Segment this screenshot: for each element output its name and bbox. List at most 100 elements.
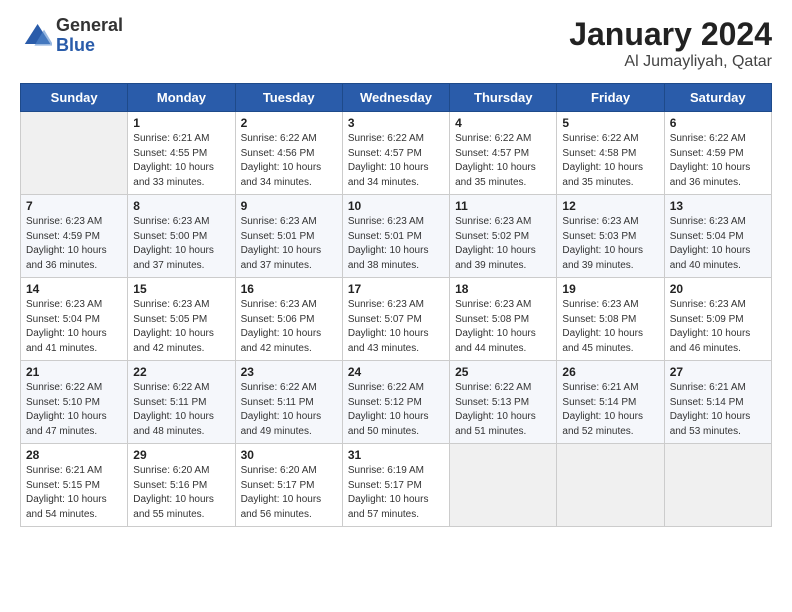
day-number: 16 <box>241 282 337 296</box>
day-number: 25 <box>455 365 551 379</box>
day-number: 14 <box>26 282 122 296</box>
day-info: Sunrise: 6:20 AMSunset: 5:17 PMDaylight:… <box>241 465 322 520</box>
day-number: 2 <box>241 116 337 130</box>
calendar-day: 28 Sunrise: 6:21 AMSunset: 5:15 PMDaylig… <box>21 444 128 527</box>
day-info: Sunrise: 6:23 AMSunset: 5:09 PMDaylight:… <box>670 299 751 354</box>
day-number: 26 <box>562 365 658 379</box>
calendar-day <box>557 444 664 527</box>
calendar-day: 30 Sunrise: 6:20 AMSunset: 5:17 PMDaylig… <box>235 444 342 527</box>
col-sunday: Sunday <box>21 84 128 112</box>
calendar-day: 27 Sunrise: 6:21 AMSunset: 5:14 PMDaylig… <box>664 361 771 444</box>
calendar-day: 23 Sunrise: 6:22 AMSunset: 5:11 PMDaylig… <box>235 361 342 444</box>
logo: General Blue <box>20 16 123 56</box>
day-info: Sunrise: 6:21 AMSunset: 5:15 PMDaylight:… <box>26 465 107 520</box>
page: General Blue January 2024 Al Jumayliyah,… <box>0 0 792 537</box>
day-info: Sunrise: 6:19 AMSunset: 5:17 PMDaylight:… <box>348 465 429 520</box>
calendar-day: 3 Sunrise: 6:22 AMSunset: 4:57 PMDayligh… <box>342 112 449 195</box>
calendar-day: 8 Sunrise: 6:23 AMSunset: 5:00 PMDayligh… <box>128 195 235 278</box>
day-number: 21 <box>26 365 122 379</box>
day-number: 13 <box>670 199 766 213</box>
day-number: 18 <box>455 282 551 296</box>
calendar-day: 9 Sunrise: 6:23 AMSunset: 5:01 PMDayligh… <box>235 195 342 278</box>
day-info: Sunrise: 6:22 AMSunset: 4:57 PMDaylight:… <box>348 133 429 188</box>
day-info: Sunrise: 6:22 AMSunset: 5:10 PMDaylight:… <box>26 382 107 437</box>
day-info: Sunrise: 6:23 AMSunset: 5:03 PMDaylight:… <box>562 216 643 271</box>
col-friday: Friday <box>557 84 664 112</box>
day-number: 30 <box>241 448 337 462</box>
title-block: January 2024 Al Jumayliyah, Qatar <box>569 16 772 71</box>
day-number: 10 <box>348 199 444 213</box>
calendar-day: 14 Sunrise: 6:23 AMSunset: 5:04 PMDaylig… <box>21 278 128 361</box>
logo-general: General <box>56 15 123 35</box>
calendar-week-2: 7 Sunrise: 6:23 AMSunset: 4:59 PMDayligh… <box>21 195 772 278</box>
col-monday: Monday <box>128 84 235 112</box>
calendar-day: 16 Sunrise: 6:23 AMSunset: 5:06 PMDaylig… <box>235 278 342 361</box>
calendar-day <box>450 444 557 527</box>
calendar-day: 17 Sunrise: 6:23 AMSunset: 5:07 PMDaylig… <box>342 278 449 361</box>
day-number: 7 <box>26 199 122 213</box>
calendar-day: 6 Sunrise: 6:22 AMSunset: 4:59 PMDayligh… <box>664 112 771 195</box>
day-number: 23 <box>241 365 337 379</box>
calendar-day <box>21 112 128 195</box>
day-number: 3 <box>348 116 444 130</box>
calendar-day: 31 Sunrise: 6:19 AMSunset: 5:17 PMDaylig… <box>342 444 449 527</box>
day-number: 17 <box>348 282 444 296</box>
day-number: 1 <box>133 116 229 130</box>
day-info: Sunrise: 6:23 AMSunset: 5:04 PMDaylight:… <box>26 299 107 354</box>
calendar-day: 22 Sunrise: 6:22 AMSunset: 5:11 PMDaylig… <box>128 361 235 444</box>
col-thursday: Thursday <box>450 84 557 112</box>
day-number: 12 <box>562 199 658 213</box>
header-row: Sunday Monday Tuesday Wednesday Thursday… <box>21 84 772 112</box>
calendar-day: 18 Sunrise: 6:23 AMSunset: 5:08 PMDaylig… <box>450 278 557 361</box>
calendar-week-5: 28 Sunrise: 6:21 AMSunset: 5:15 PMDaylig… <box>21 444 772 527</box>
day-info: Sunrise: 6:23 AMSunset: 5:05 PMDaylight:… <box>133 299 214 354</box>
col-tuesday: Tuesday <box>235 84 342 112</box>
day-info: Sunrise: 6:22 AMSunset: 5:13 PMDaylight:… <box>455 382 536 437</box>
day-number: 22 <box>133 365 229 379</box>
day-info: Sunrise: 6:23 AMSunset: 5:04 PMDaylight:… <box>670 216 751 271</box>
day-number: 5 <box>562 116 658 130</box>
calendar-day: 26 Sunrise: 6:21 AMSunset: 5:14 PMDaylig… <box>557 361 664 444</box>
day-info: Sunrise: 6:23 AMSunset: 5:06 PMDaylight:… <box>241 299 322 354</box>
calendar-day: 20 Sunrise: 6:23 AMSunset: 5:09 PMDaylig… <box>664 278 771 361</box>
calendar-day: 21 Sunrise: 6:22 AMSunset: 5:10 PMDaylig… <box>21 361 128 444</box>
day-info: Sunrise: 6:23 AMSunset: 5:01 PMDaylight:… <box>241 216 322 271</box>
calendar-day: 10 Sunrise: 6:23 AMSunset: 5:01 PMDaylig… <box>342 195 449 278</box>
calendar-day: 25 Sunrise: 6:22 AMSunset: 5:13 PMDaylig… <box>450 361 557 444</box>
day-info: Sunrise: 6:22 AMSunset: 4:58 PMDaylight:… <box>562 133 643 188</box>
calendar-subtitle: Al Jumayliyah, Qatar <box>569 53 772 71</box>
calendar-day: 7 Sunrise: 6:23 AMSunset: 4:59 PMDayligh… <box>21 195 128 278</box>
calendar-day: 4 Sunrise: 6:22 AMSunset: 4:57 PMDayligh… <box>450 112 557 195</box>
day-info: Sunrise: 6:22 AMSunset: 4:57 PMDaylight:… <box>455 133 536 188</box>
day-number: 11 <box>455 199 551 213</box>
calendar-day <box>664 444 771 527</box>
day-info: Sunrise: 6:22 AMSunset: 5:11 PMDaylight:… <box>133 382 214 437</box>
day-number: 19 <box>562 282 658 296</box>
calendar-day: 24 Sunrise: 6:22 AMSunset: 5:12 PMDaylig… <box>342 361 449 444</box>
calendar-day: 29 Sunrise: 6:20 AMSunset: 5:16 PMDaylig… <box>128 444 235 527</box>
col-wednesday: Wednesday <box>342 84 449 112</box>
day-info: Sunrise: 6:23 AMSunset: 5:01 PMDaylight:… <box>348 216 429 271</box>
day-info: Sunrise: 6:20 AMSunset: 5:16 PMDaylight:… <box>133 465 214 520</box>
calendar-week-1: 1 Sunrise: 6:21 AMSunset: 4:55 PMDayligh… <box>21 112 772 195</box>
day-info: Sunrise: 6:23 AMSunset: 5:07 PMDaylight:… <box>348 299 429 354</box>
day-info: Sunrise: 6:22 AMSunset: 5:12 PMDaylight:… <box>348 382 429 437</box>
day-info: Sunrise: 6:21 AMSunset: 4:55 PMDaylight:… <box>133 133 214 188</box>
day-info: Sunrise: 6:21 AMSunset: 5:14 PMDaylight:… <box>670 382 751 437</box>
calendar-day: 2 Sunrise: 6:22 AMSunset: 4:56 PMDayligh… <box>235 112 342 195</box>
day-number: 31 <box>348 448 444 462</box>
day-info: Sunrise: 6:23 AMSunset: 5:08 PMDaylight:… <box>562 299 643 354</box>
day-number: 29 <box>133 448 229 462</box>
day-info: Sunrise: 6:22 AMSunset: 4:56 PMDaylight:… <box>241 133 322 188</box>
day-number: 27 <box>670 365 766 379</box>
day-number: 28 <box>26 448 122 462</box>
logo-blue: Blue <box>56 35 95 55</box>
day-info: Sunrise: 6:23 AMSunset: 5:00 PMDaylight:… <box>133 216 214 271</box>
day-number: 9 <box>241 199 337 213</box>
calendar-day: 12 Sunrise: 6:23 AMSunset: 5:03 PMDaylig… <box>557 195 664 278</box>
logo-text: General Blue <box>56 16 123 56</box>
day-number: 24 <box>348 365 444 379</box>
calendar-day: 5 Sunrise: 6:22 AMSunset: 4:58 PMDayligh… <box>557 112 664 195</box>
calendar-title: January 2024 <box>569 16 772 53</box>
logo-icon <box>20 20 52 52</box>
